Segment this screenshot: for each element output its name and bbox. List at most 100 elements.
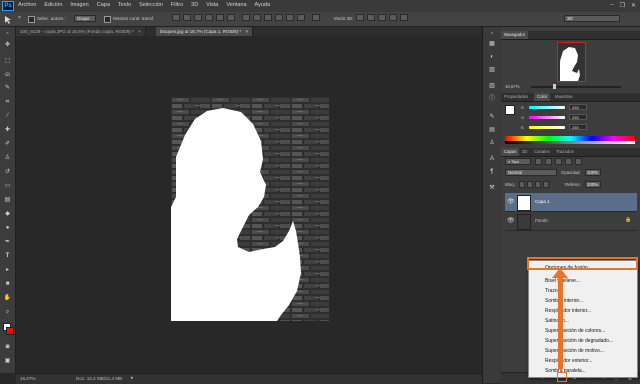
lock-pixels-icon[interactable] (527, 181, 533, 188)
navigator-zoom-slider[interactable] (531, 84, 621, 89)
blur-tool-icon[interactable]: ◆ (3, 210, 12, 218)
filter-type-icon[interactable] (555, 158, 562, 165)
lock-all-icon[interactable] (543, 181, 549, 188)
visibility-eye-icon[interactable]: 👁 (507, 198, 515, 205)
close-tab-icon[interactable]: × (138, 29, 141, 34)
lasso-tool-icon[interactable]: ɷ (3, 71, 12, 79)
auto-select-checkbox[interactable] (28, 16, 35, 23)
minimize-button[interactable]: – (610, 2, 613, 9)
quick-select-tool-icon[interactable]: ✎ (3, 84, 12, 92)
dodge-tool-icon[interactable]: ● (3, 224, 12, 232)
menu-3d[interactable]: 3D (191, 2, 198, 8)
channel-g-slider[interactable] (529, 116, 565, 119)
menu-item-inner-shadow[interactable]: Sombra interior... (545, 298, 583, 304)
info-panel-icon[interactable]: ⓘ (487, 95, 497, 104)
visibility-eye-icon[interactable]: 👁 (507, 217, 515, 224)
tab-swatches[interactable]: Muestras (552, 93, 576, 101)
color-swatches-icon[interactable] (3, 323, 14, 335)
screen-mode-icon[interactable]: ▣ (3, 357, 12, 365)
healing-tool-icon[interactable]: ✚ (3, 126, 12, 134)
type-tool-icon[interactable]: T (3, 252, 12, 260)
filter-shape-icon[interactable] (565, 158, 572, 165)
close-tab-icon[interactable]: × (245, 29, 248, 34)
navigator-zoom-value[interactable]: 16,67% (505, 84, 520, 89)
distribute-left-icon[interactable] (275, 14, 283, 21)
distribute-top-icon[interactable] (242, 14, 250, 21)
menu-item-pattern-overlay[interactable]: Superposición de motivo... (545, 348, 604, 354)
distribute-hcenter-icon[interactable] (286, 14, 294, 21)
3d-pan-icon[interactable] (378, 14, 386, 21)
strip-collapse-icon[interactable]: » (487, 28, 497, 37)
menu-edicion[interactable]: Edición (44, 2, 62, 8)
tab-navigator[interactable]: Navegador (501, 31, 529, 39)
eraser-tool-icon[interactable]: ▭ (3, 182, 12, 190)
adjustments-panel-icon[interactable]: ◐ (487, 53, 497, 62)
3d-rotate-icon[interactable] (356, 14, 364, 21)
styles-panel-icon[interactable]: ▧ (487, 66, 497, 75)
menu-capa[interactable]: Capa (97, 2, 110, 8)
paragraph-panel-icon[interactable]: ¶ (487, 168, 497, 177)
align-left-icon[interactable] (205, 14, 213, 21)
character-panel-icon[interactable]: A (487, 155, 497, 164)
navigator-thumbnail[interactable] (557, 42, 586, 82)
auto-select-dropdown[interactable]: Grupo (74, 15, 96, 22)
workspace-dropdown[interactable]: 3D (564, 15, 620, 22)
restore-button[interactable]: ❐ (620, 2, 625, 9)
channel-g-value[interactable]: 255 (569, 114, 587, 120)
filter-adjustment-icon[interactable] (545, 158, 552, 165)
brush-panel-icon[interactable]: ✎ (487, 113, 497, 122)
menu-vista[interactable]: Vista (206, 2, 218, 8)
tab-color[interactable]: Color (534, 93, 551, 101)
menu-archivo[interactable]: Archivo (18, 2, 36, 8)
eyedropper-tool-icon[interactable]: ⁄ (3, 112, 12, 120)
menu-item-color-overlay[interactable]: Superposición de colores... (545, 328, 605, 334)
zoom-tool-icon[interactable]: ⌕ (3, 308, 12, 316)
tool-presets-icon[interactable]: ⚒ (487, 184, 497, 193)
3d-roll-icon[interactable] (367, 14, 375, 21)
foreground-color-swatch[interactable] (505, 105, 515, 115)
align-right-icon[interactable] (227, 14, 235, 21)
filter-pixel-icon[interactable] (535, 158, 542, 165)
clone-source-icon[interactable]: ♙ (487, 139, 497, 148)
menu-texto[interactable]: Texto (118, 2, 131, 8)
layer-row-fondo[interactable]: 👁 Fondo 🔒 (505, 212, 637, 231)
status-arrow-icon[interactable]: ▸ (131, 375, 134, 381)
clone-stamp-tool-icon[interactable]: ♙ (3, 154, 12, 162)
3d-slide-icon[interactable] (389, 14, 397, 21)
align-vcenter-icon[interactable] (183, 14, 191, 21)
tab-layers[interactable]: Capas (501, 148, 520, 156)
fill-field[interactable]: 100% (585, 181, 601, 188)
gradient-tool-icon[interactable]: ▤ (3, 196, 12, 204)
color-spectrum-bar[interactable] (505, 136, 635, 144)
distribute-vcenter-icon[interactable] (253, 14, 261, 21)
layer-row-capa1[interactable]: 👁 Capa 1 (505, 193, 637, 212)
blend-mode-dropdown[interactable]: Normal (505, 169, 557, 176)
move-tool-icon[interactable]: ✥ (3, 41, 12, 49)
shape-tool-icon[interactable]: ■ (3, 280, 12, 288)
toolbar-collapse-icon[interactable]: « (3, 29, 12, 37)
channel-b-value[interactable]: 255 (569, 124, 587, 130)
brush-tool-icon[interactable]: ✐ (3, 140, 12, 148)
align-bottom-icon[interactable] (194, 14, 202, 21)
opacity-field[interactable]: 100% (585, 169, 601, 176)
channel-r-value[interactable]: 255 (569, 104, 587, 110)
tab-document-2[interactable]: bloques.jpg al 16,7% (Capa 1, RGB/8) * × (156, 27, 254, 36)
align-top-icon[interactable] (172, 14, 180, 21)
histogram-panel-icon[interactable]: ▥ (487, 82, 497, 91)
tab-3d[interactable]: 3D (519, 148, 531, 156)
distribute-right-icon[interactable] (297, 14, 305, 21)
3d-scale-icon[interactable] (400, 14, 408, 21)
path-select-tool-icon[interactable]: ▸ (3, 266, 12, 274)
menu-ayuda[interactable]: Ayuda (255, 2, 271, 8)
marquee-tool-icon[interactable]: ⬚ (3, 57, 12, 65)
document-image[interactable] (171, 97, 329, 321)
brush-presets-icon[interactable]: ▤ (487, 126, 497, 135)
hand-tool-icon[interactable]: ✋ (3, 294, 12, 302)
menu-seleccion[interactable]: Selección (139, 2, 163, 8)
align-hcenter-icon[interactable] (216, 14, 224, 21)
pen-tool-icon[interactable]: ✒ (3, 238, 12, 246)
history-panel-icon[interactable]: ▦ (487, 40, 497, 49)
history-brush-tool-icon[interactable]: ↺ (3, 168, 12, 176)
channel-b-slider[interactable] (529, 126, 565, 129)
menu-item-satin[interactable]: Satinado... (545, 318, 569, 324)
